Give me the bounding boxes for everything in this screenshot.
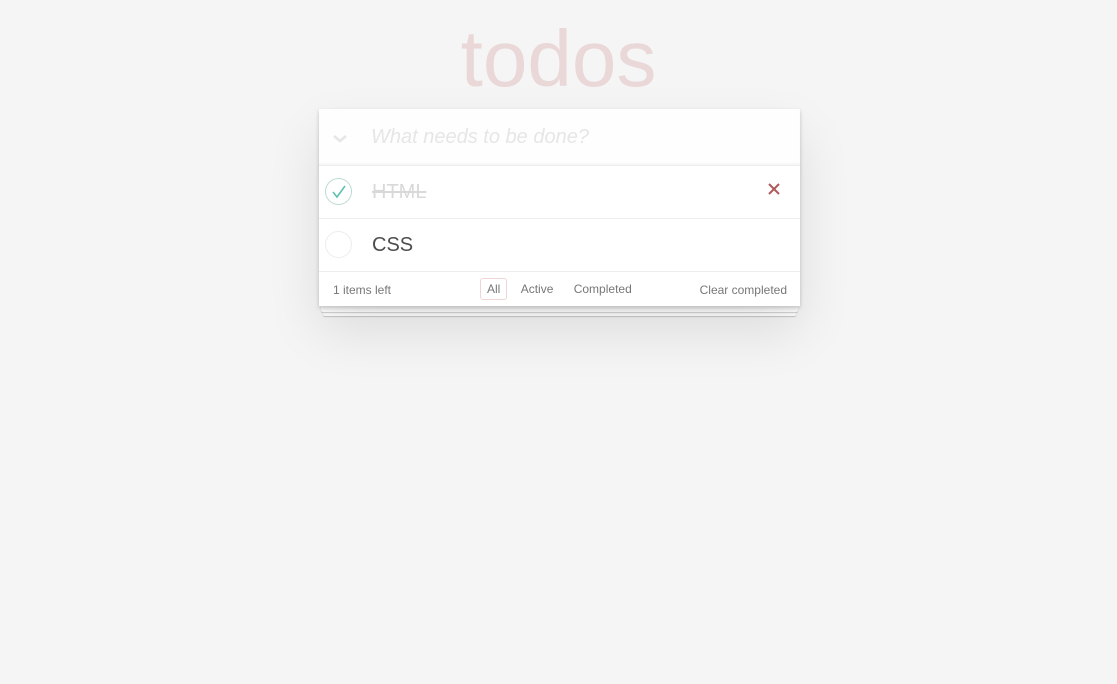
filter-active[interactable]: Active — [514, 278, 561, 300]
todo-toggle-checkbox[interactable] — [325, 231, 352, 258]
todo-item: HTML — [319, 166, 800, 219]
new-todo-header — [319, 109, 800, 166]
stack-shadow-2 — [321, 306, 798, 312]
toggle-all-button[interactable] — [329, 127, 351, 149]
app-title: todos — [460, 14, 657, 103]
chevron-down-icon — [333, 135, 347, 143]
filter-completed[interactable]: Completed — [567, 278, 639, 300]
delete-todo-button[interactable] — [763, 178, 785, 200]
todo-footer: 1 items left All Active Completed Clear … — [319, 272, 800, 306]
filter-all[interactable]: All — [480, 278, 508, 300]
clear-completed-button[interactable]: Clear completed — [700, 283, 787, 297]
todo-label[interactable]: HTML — [372, 179, 426, 205]
todo-list: HTML CSS — [319, 166, 800, 272]
new-todo-input[interactable] — [371, 119, 791, 155]
items-left-count: 1 items left — [333, 283, 392, 297]
todo-label[interactable]: CSS — [372, 232, 413, 258]
todo-item: CSS — [319, 219, 800, 272]
filter-list: All Active Completed — [480, 278, 642, 300]
todo-app: HTML CSS 1 items left All Active Complet… — [319, 109, 800, 306]
todo-toggle-checkbox[interactable] — [325, 178, 352, 205]
check-icon — [332, 185, 346, 199]
close-icon — [768, 183, 780, 195]
